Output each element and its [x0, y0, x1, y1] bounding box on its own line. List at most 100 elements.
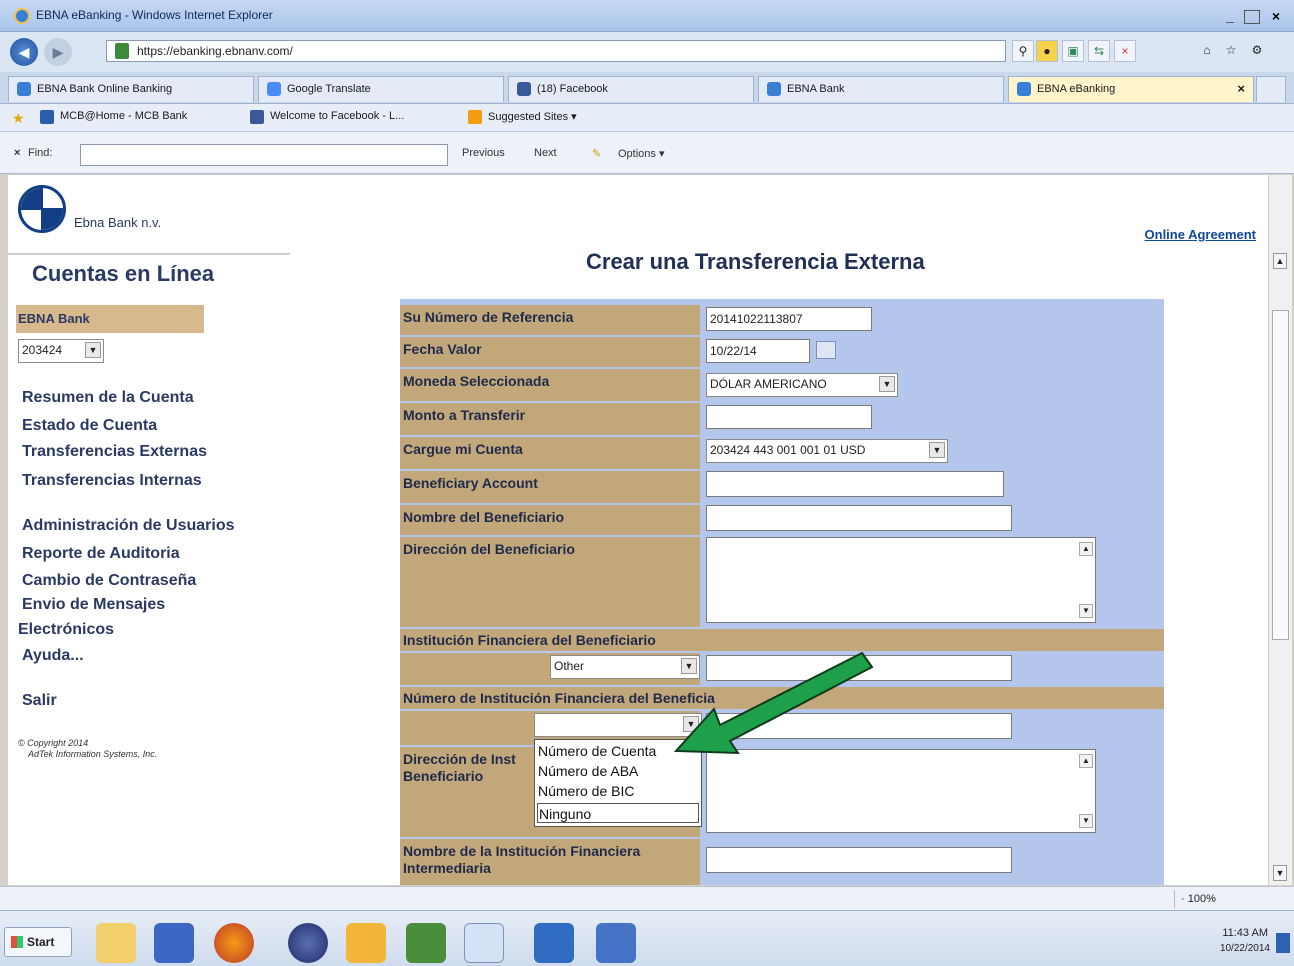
zoom-control[interactable]: · 100% [1174, 890, 1274, 908]
favorites-star-icon[interactable]: ★ [12, 110, 25, 127]
intermediary-name-field[interactable] [706, 847, 1012, 873]
scroll-up-icon[interactable]: ▲ [1079, 542, 1093, 556]
sidebar-item-transferencias-internas[interactable]: Transferencias Internas [22, 472, 202, 490]
folder-icon[interactable] [96, 923, 136, 963]
sidebar-item-envio-mensajes-cont[interactable]: Electrónicos [18, 621, 114, 639]
dropdown-option-ninguno[interactable]: Ninguno [537, 803, 699, 823]
maximize-button[interactable] [1244, 10, 1260, 24]
lock-icon[interactable]: ● [1036, 40, 1058, 62]
pencil-icon: ✎ [592, 148, 602, 160]
fav-mcb-bank[interactable]: MCB@Home - MCB Bank [40, 110, 187, 124]
copyright-line: AdTek Information Systems, Inc. [28, 749, 158, 759]
find-next-button[interactable]: Next [534, 147, 557, 159]
annotation-arrow [673, 651, 874, 755]
label-amount: Monto a Transferir [400, 403, 700, 435]
reference-field[interactable]: 20141022113807 [706, 307, 872, 331]
media-player-icon[interactable] [154, 923, 194, 963]
amount-field[interactable] [706, 405, 872, 429]
fav-suggested-sites[interactable]: Suggested Sites ▾ [468, 110, 577, 124]
value-date-field[interactable]: 10/22/14 [706, 339, 810, 363]
chevron-down-icon: ▼ [929, 442, 945, 458]
tab-strip: EBNA Bank Online Banking Google Translat… [0, 72, 1294, 104]
ie-icon[interactable] [464, 923, 504, 963]
bank-logo [18, 185, 66, 233]
sidebar-item-reporte[interactable]: Reporte de Auditoria [22, 545, 180, 563]
currency-select-value: DÓLAR AMERICANO [710, 377, 827, 391]
refresh-icon[interactable]: ⇆ [1088, 40, 1110, 62]
search-dropdown-icon[interactable]: ⚲ [1012, 40, 1034, 62]
sidebar-item-resumen[interactable]: Resumen de la Cuenta [22, 389, 194, 407]
close-window-button[interactable]: × [1266, 6, 1286, 26]
account-select[interactable]: 203424 ▼ [18, 339, 104, 363]
account-select-value: 203424 [22, 343, 63, 357]
fav-label: Welcome to Facebook - L... [270, 110, 405, 122]
label-intermediary: Nombre de la Institución Financiera Inte… [400, 839, 700, 885]
sidebar-item-administracion[interactable]: Administración de Usuarios [22, 517, 235, 535]
site-icon [40, 110, 54, 124]
calendar-icon[interactable] [816, 341, 836, 359]
compatibility-icon[interactable]: ▣ [1062, 40, 1084, 62]
scroll-down-icon[interactable]: ▼ [1273, 865, 1287, 881]
scroll-thumb[interactable] [1272, 310, 1289, 640]
home-icon[interactable]: ⌂ [1196, 40, 1218, 62]
chevron-down-icon: ▼ [879, 376, 895, 392]
gear-icon[interactable]: ⚙ [1246, 40, 1268, 62]
tab-ebna-online-banking[interactable]: EBNA Bank Online Banking [8, 76, 254, 102]
address-bar[interactable]: https://ebanking.ebnanv.com/ [106, 40, 1006, 62]
favorites-star-icon[interactable]: ☆ [1220, 40, 1242, 62]
tab-label: (18) Facebook [537, 83, 608, 95]
back-button[interactable]: ◀ [10, 38, 38, 66]
sidebar-item-ayuda[interactable]: Ayuda... [22, 647, 84, 665]
label-debit-account: Cargue mi Cuenta [400, 437, 700, 469]
start-button[interactable]: Start [4, 927, 72, 957]
online-agreement-link[interactable]: Online Agreement [1145, 227, 1256, 242]
forward-button[interactable]: ▶ [44, 38, 72, 66]
sidebar-title: Cuentas en Línea [32, 261, 215, 286]
beneficiary-account-field[interactable] [706, 471, 1004, 497]
beneficiary-address-textarea[interactable]: ▲ ▼ [706, 537, 1096, 623]
sidebar-item-transferencias-externas[interactable]: Transferencias Externas [22, 443, 207, 461]
find-options-button[interactable]: Options ▾ [618, 147, 665, 160]
show-desktop-button[interactable] [1276, 933, 1290, 953]
close-tab-icon[interactable]: × [1237, 77, 1245, 101]
beneficiary-name-field[interactable] [706, 505, 1012, 531]
clock-date: 10/22/2014 [1219, 943, 1270, 954]
label-beneficiary-name: Nombre del Beneficiario [400, 505, 700, 535]
close-find-icon[interactable]: × [14, 147, 20, 159]
firefox-icon[interactable] [214, 923, 254, 963]
sidebar-item-salir[interactable]: Salir [22, 692, 57, 710]
tab-google-translate[interactable]: Google Translate [258, 76, 504, 102]
fav-facebook[interactable]: Welcome to Facebook - L... [250, 110, 405, 124]
sidebar-item-estado[interactable]: Estado de Cuenta [22, 417, 157, 435]
app-icon[interactable] [288, 923, 328, 963]
tab-label: EBNA eBanking [1037, 83, 1116, 95]
debit-account-select[interactable]: 203424 443 001 001 01 USD ▼ [706, 439, 948, 463]
scroll-down-icon[interactable]: ▼ [1079, 814, 1093, 828]
find-input[interactable] [80, 144, 448, 166]
outlook-icon[interactable] [346, 923, 386, 963]
google-translate-icon [267, 82, 281, 96]
page-scrollbar[interactable]: ▲ ▼ [1268, 175, 1292, 885]
dropdown-option-bic[interactable]: Número de BIC [537, 781, 699, 801]
tab-facebook[interactable]: (18) Facebook [508, 76, 754, 102]
ie-icon [1017, 82, 1031, 96]
stop-icon[interactable]: × [1114, 40, 1136, 62]
sidebar-item-cambio-contrasena[interactable]: Cambio de Contraseña [22, 572, 196, 590]
scroll-up-icon[interactable]: ▲ [1273, 253, 1287, 269]
find-previous-button[interactable]: Previous [462, 147, 505, 159]
tab-ebna-bank[interactable]: EBNA Bank [758, 76, 1004, 102]
taskbar: Start 11:43 AM 10/22/2014 [0, 910, 1294, 966]
currency-select[interactable]: DÓLAR AMERICANO ▼ [706, 373, 898, 397]
fav-label: Suggested Sites ▾ [488, 111, 577, 123]
shortcut-icon[interactable] [534, 923, 574, 963]
new-tab-button[interactable] [1256, 76, 1286, 102]
scroll-up-icon[interactable]: ▲ [1079, 754, 1093, 768]
sidebar-item-envio-mensajes[interactable]: Envio de Mensajes [22, 596, 165, 614]
ie-icon [14, 8, 30, 24]
scroll-down-icon[interactable]: ▼ [1079, 604, 1093, 618]
network-app-icon[interactable] [406, 923, 446, 963]
word-icon[interactable] [596, 923, 636, 963]
tab-ebna-ebanking[interactable]: EBNA eBanking × [1008, 76, 1254, 102]
status-bar: · 100% [0, 886, 1294, 910]
minimize-button[interactable]: _ [1220, 6, 1240, 26]
